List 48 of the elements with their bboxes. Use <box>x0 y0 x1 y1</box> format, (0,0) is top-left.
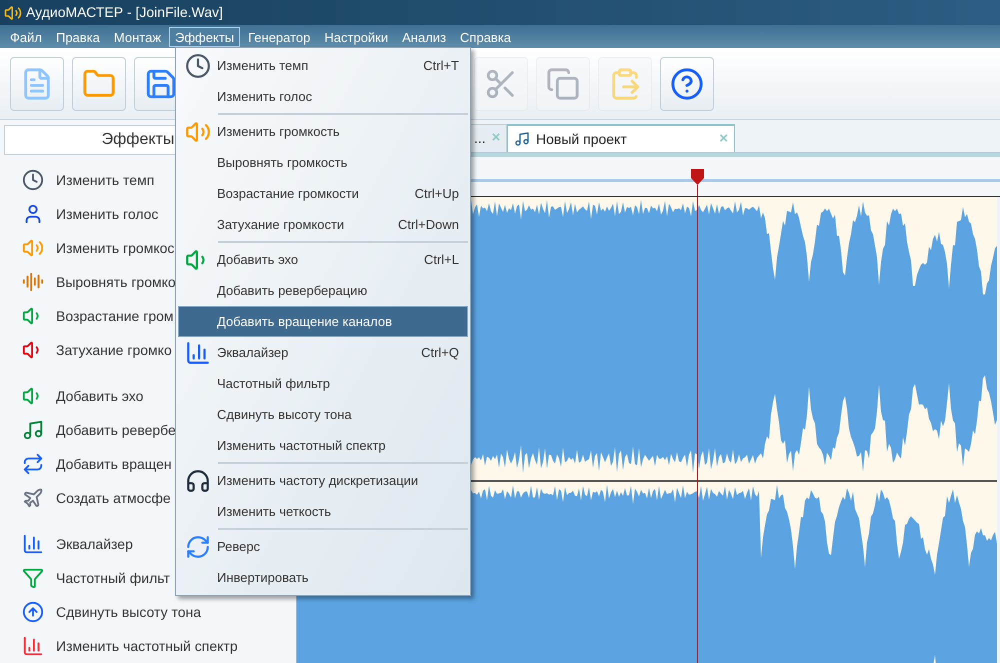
menu-entry[interactable]: Изменить голос <box>178 81 468 112</box>
menu-item[interactable]: Файл <box>4 26 48 46</box>
clock-icon <box>22 169 44 191</box>
window-title: АудиоМАСТЕР - [JoinFile.Wav] <box>26 3 223 22</box>
toolbar-button[interactable] <box>660 56 714 110</box>
menu-item[interactable]: Монтаж <box>108 26 168 46</box>
menu-entry[interactable]: Добавить реверберацию <box>178 275 468 306</box>
help-icon <box>670 66 704 100</box>
menu-entry[interactable]: Изменить частотный спектр <box>178 430 468 461</box>
document-tab[interactable]: Новый проект × <box>507 124 735 152</box>
copy-icon <box>546 66 580 100</box>
menu-item[interactable]: Анализ <box>396 26 452 46</box>
menu-entry[interactable]: Добавить вращение каналов <box>178 306 468 337</box>
bar-chart-icon <box>22 635 44 657</box>
menu-entry[interactable]: Изменить четкость <box>178 496 468 527</box>
menu-entry[interactable]: Добавить эхо Ctrl+L <box>178 244 468 275</box>
headphones-icon <box>185 468 211 494</box>
menu-entry[interactable]: Возрастание громкости Ctrl+Up <box>178 178 468 209</box>
menu-item[interactable]: Правка <box>50 26 106 46</box>
reverse-icon <box>185 534 211 560</box>
clock-icon <box>185 52 211 78</box>
panel-title: Эффекты <box>102 130 176 150</box>
equalizer-icon <box>22 533 44 555</box>
menu-item[interactable]: Генератор <box>242 26 316 46</box>
playhead-marker-icon[interactable] <box>691 169 704 199</box>
menu-entry[interactable]: Частотный фильтр <box>178 368 468 399</box>
plane-icon <box>22 487 44 509</box>
toolbar-button[interactable] <box>72 56 126 110</box>
menu-entry[interactable]: Сдвинуть высоту тона <box>178 399 468 430</box>
note-icon <box>22 419 44 441</box>
menu-entry[interactable]: Изменить частоту дискретизации <box>178 465 468 496</box>
menu-entry[interactable]: Выровнять громкость <box>178 147 468 178</box>
menu-entry[interactable]: Инвертировать <box>178 562 468 593</box>
effect-item[interactable]: Сдвинуть высоту тона <box>22 595 296 629</box>
arrow-up-icon <box>22 601 44 623</box>
menu-item[interactable]: Эффекты <box>169 26 240 46</box>
menu-item[interactable]: Справка <box>454 26 518 46</box>
rotate-icon <box>22 453 44 475</box>
menu-entry[interactable]: Реверс <box>178 531 468 562</box>
menu-entry[interactable]: Изменить темп Ctrl+T <box>178 50 468 81</box>
menu-entry[interactable]: Затухание громкости Ctrl+Down <box>178 209 468 240</box>
menu-item[interactable]: Настройки <box>318 26 394 46</box>
menu-entry[interactable]: Эквалайзер Ctrl+Q <box>178 337 468 368</box>
menu-entry[interactable]: Изменить громкость <box>178 116 468 147</box>
music-file-icon <box>514 131 530 147</box>
equalizer-icon <box>185 340 211 366</box>
effect-item[interactable]: Изменить частотный спектр <box>22 629 296 663</box>
funnel-icon <box>22 567 44 589</box>
